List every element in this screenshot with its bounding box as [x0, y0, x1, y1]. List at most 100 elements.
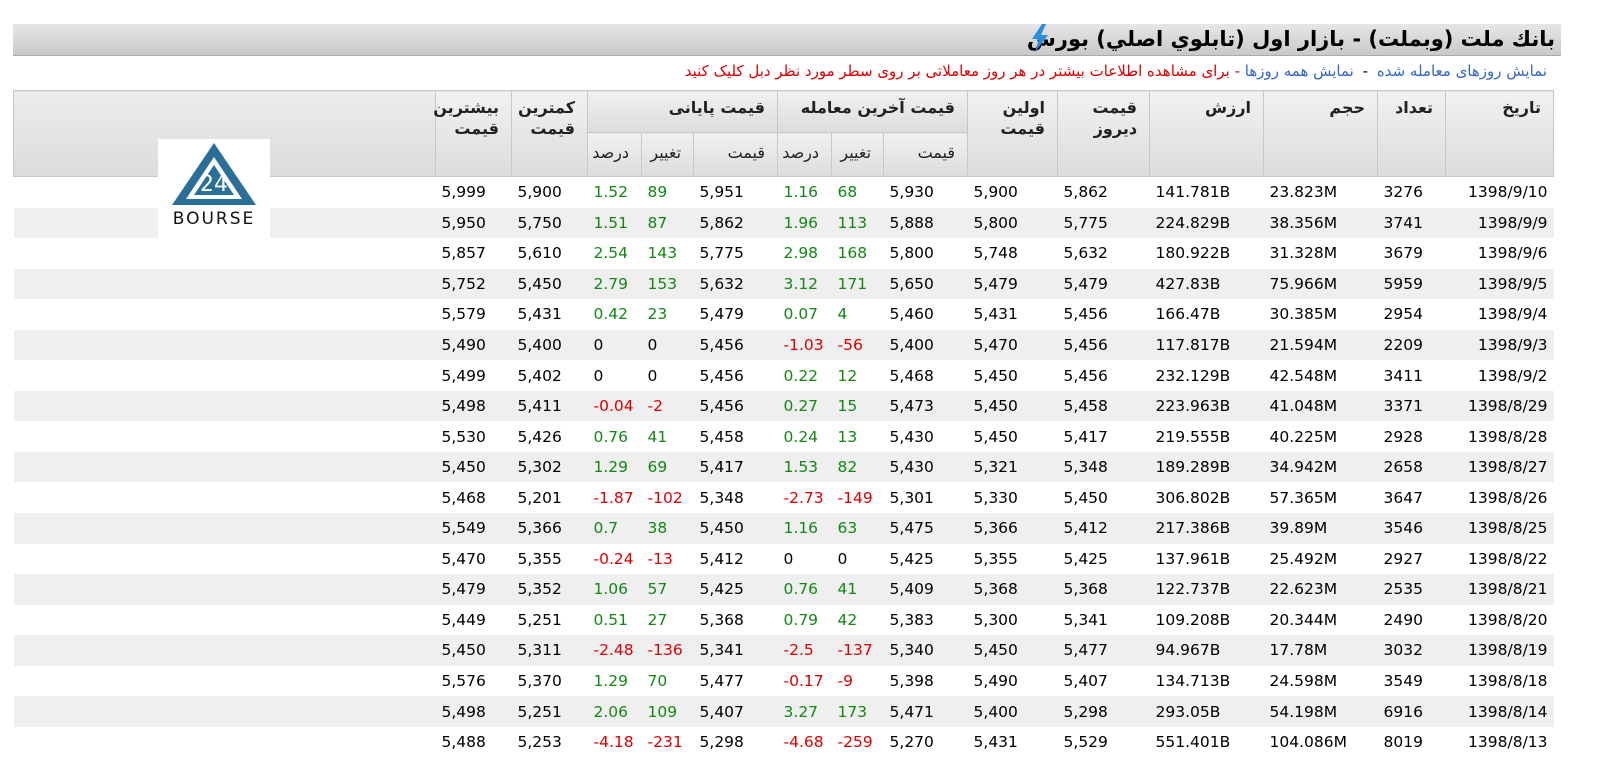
header-first-price[interactable]: اولین قیمت	[967, 90, 1059, 177]
cell-last-percent: 1.16	[777, 513, 832, 544]
cell-max-price: 5,488	[435, 726, 512, 758]
cell-last-change: 0	[831, 543, 884, 575]
header-min-price[interactable]: کمترین قیمت	[511, 90, 588, 177]
cell-date: 1398/9/3	[1445, 329, 1554, 361]
cell-first-price: 5,366	[967, 513, 1058, 544]
cell-value: 306.802B	[1149, 482, 1264, 514]
cell-first-price: 5,470	[967, 329, 1058, 361]
cell-prev-price: 5,298	[1057, 696, 1150, 727]
table-row[interactable]: 1398/8/22 2927 25.492M 137.961B 5,425 5,355 5,…	[13, 543, 1554, 575]
cell-close-price: 5,348	[693, 482, 778, 514]
header-last-price[interactable]: قیمت	[883, 132, 969, 177]
cell-first-price: 5,450	[967, 635, 1058, 666]
cell-close-price: 5,862	[693, 207, 778, 239]
cell-close-price: 5,458	[693, 421, 778, 452]
cell-first-price: 5,450	[967, 421, 1058, 452]
cell-min-price: 5,302	[511, 451, 588, 483]
cell-count: 3411	[1377, 360, 1446, 391]
cell-first-price: 5,450	[967, 360, 1058, 391]
cell-last-change: -56	[831, 329, 884, 361]
cell-count: 2209	[1377, 329, 1446, 361]
cell-close-percent: 1.29	[587, 665, 642, 697]
table-body: 1398/9/10 3276 23.823M 141.781B 5,862 5,900 5,…	[13, 176, 1554, 758]
cell-close-change: 69	[641, 451, 694, 483]
cell-first-price: 5,400	[967, 696, 1058, 727]
cell-min-price: 5,431	[511, 299, 588, 330]
cell-count: 5959	[1377, 268, 1446, 300]
cell-last-price: 5,468	[883, 360, 968, 391]
cell-count: 3647	[1377, 482, 1446, 514]
header-max-price[interactable]: بیشترین قیمت	[433, 90, 512, 177]
cell-first-price: 5,800	[967, 207, 1058, 239]
header-date[interactable]: تاریخ	[1445, 90, 1555, 177]
table-row[interactable]: 1398/8/21 2535 22.623M 122.737B 5,368 5,368 5,…	[13, 574, 1554, 605]
header-last-percent[interactable]: درصد	[777, 132, 833, 177]
cell-empty	[13, 360, 436, 391]
header-close-change[interactable]: تغییر	[641, 132, 695, 177]
header-volume[interactable]: حجم	[1263, 90, 1379, 177]
cell-min-price: 5,201	[511, 482, 588, 514]
cell-date: 1398/8/29	[1445, 390, 1554, 422]
table-row[interactable]: 1398/9/4 2954 30.385M 166.47B 5,456 5,431 5,46…	[13, 299, 1554, 330]
table-row[interactable]: 1398/9/3 2209 21.594M 117.817B 5,456 5,470 5,4…	[13, 329, 1554, 361]
show-traded-days-link[interactable]: نمایش روزهای معامله شده	[1377, 62, 1547, 80]
cell-min-price: 5,251	[511, 604, 588, 636]
cell-count: 3032	[1377, 635, 1446, 666]
cell-close-change: 89	[641, 176, 694, 208]
cell-date: 1398/8/22	[1445, 543, 1554, 575]
cell-value: 122.737B	[1149, 574, 1264, 605]
table-row[interactable]: 1398/8/13 8019 104.086M 551.401B 5,529 5,431 5…	[13, 726, 1554, 758]
cell-last-percent: 1.53	[777, 451, 832, 483]
cell-close-price: 5,456	[693, 329, 778, 361]
header-last-trade: قیمت آخرین معامله	[777, 90, 969, 133]
header-close-price[interactable]: قیمت	[693, 132, 779, 177]
table-row[interactable]: 1398/8/19 3032 17.78M 94.967B 5,477 5,450 5,34…	[13, 635, 1554, 666]
cell-close-change: -136	[641, 635, 694, 666]
table-row[interactable]: 1398/9/2 3411 42.548M 232.129B 5,456 5,450 5,4…	[13, 360, 1554, 391]
table-row[interactable]: 1398/8/29 3371 41.048M 223.963B 5,458 5,450 5,…	[13, 390, 1554, 422]
cell-date: 1398/9/10	[1445, 176, 1554, 208]
svg-text:24: 24	[200, 172, 228, 197]
header-close-percent[interactable]: درصد	[586, 132, 643, 177]
cell-value: 109.208B	[1149, 604, 1264, 636]
cell-close-price: 5,479	[693, 299, 778, 330]
cell-close-change: 153	[641, 268, 694, 300]
table-row[interactable]: 1398/8/25 3546 39.89M 217.386B 5,412 5,366 5,4…	[13, 513, 1554, 544]
bourse24-logo: 24 BOURSE	[158, 139, 270, 247]
table-row[interactable]: 1398/8/27 2658 34.942M 189.289B 5,348 5,321 5,…	[13, 451, 1554, 483]
cell-empty	[13, 299, 436, 330]
cell-close-price: 5,341	[693, 635, 778, 666]
cell-volume: 17.78M	[1263, 635, 1378, 666]
cell-prev-price: 5,458	[1057, 390, 1150, 422]
cell-date: 1398/8/14	[1445, 696, 1554, 727]
cell-max-price: 5,576	[435, 665, 512, 697]
table-row[interactable]: 1398/8/26 3647 57.365M 306.802B 5,450 5,330 5,…	[13, 482, 1554, 514]
cell-last-price: 5,425	[883, 543, 968, 575]
show-all-days-link[interactable]: نمایش همه روزها	[1245, 62, 1354, 80]
header-value[interactable]: ارزش	[1149, 90, 1265, 177]
cell-close-percent: -0.24	[587, 543, 642, 575]
cell-min-price: 5,900	[511, 176, 588, 208]
cell-close-change: -231	[641, 726, 694, 758]
table-row[interactable]: 1398/8/28 2928 40.225M 219.555B 5,417 5,450 5,…	[13, 421, 1554, 452]
cell-min-price: 5,352	[511, 574, 588, 605]
cell-close-percent: 1.06	[587, 574, 642, 605]
header-count[interactable]: تعداد	[1377, 90, 1447, 177]
cell-last-change: 4	[831, 299, 884, 330]
cell-close-percent: 1.51	[587, 207, 642, 239]
table-row[interactable]: 1398/9/5 5959 75.966M 427.83B 5,479 5,479 5,65…	[13, 268, 1554, 300]
table-row[interactable]: 1398/8/20 2490 20.344M 109.208B 5,341 5,300 5,…	[13, 604, 1554, 636]
cell-close-percent: -2.48	[587, 635, 642, 666]
cell-close-change: 70	[641, 665, 694, 697]
cell-last-price: 5,301	[883, 482, 968, 514]
cell-last-percent: -2.5	[777, 635, 832, 666]
header-last-change[interactable]: تغییر	[831, 132, 885, 177]
page-title: بانك ملت (وبملت) - بازار اول (تابلوي اصل…	[1026, 27, 1555, 51]
cell-date: 1398/9/4	[1445, 299, 1554, 330]
cell-date: 1398/9/9	[1445, 207, 1554, 239]
table-row[interactable]: 1398/8/18 3549 24.598M 134.713B 5,407 5,490 5,…	[13, 665, 1554, 697]
table-row[interactable]: 1398/8/14 6916 54.198M 293.05B 5,298 5,400 5,4…	[13, 696, 1554, 727]
cell-close-change: 0	[641, 329, 694, 361]
header-prev-price[interactable]: قیمت دیروز	[1057, 90, 1151, 177]
cell-last-price: 5,471	[883, 696, 968, 727]
